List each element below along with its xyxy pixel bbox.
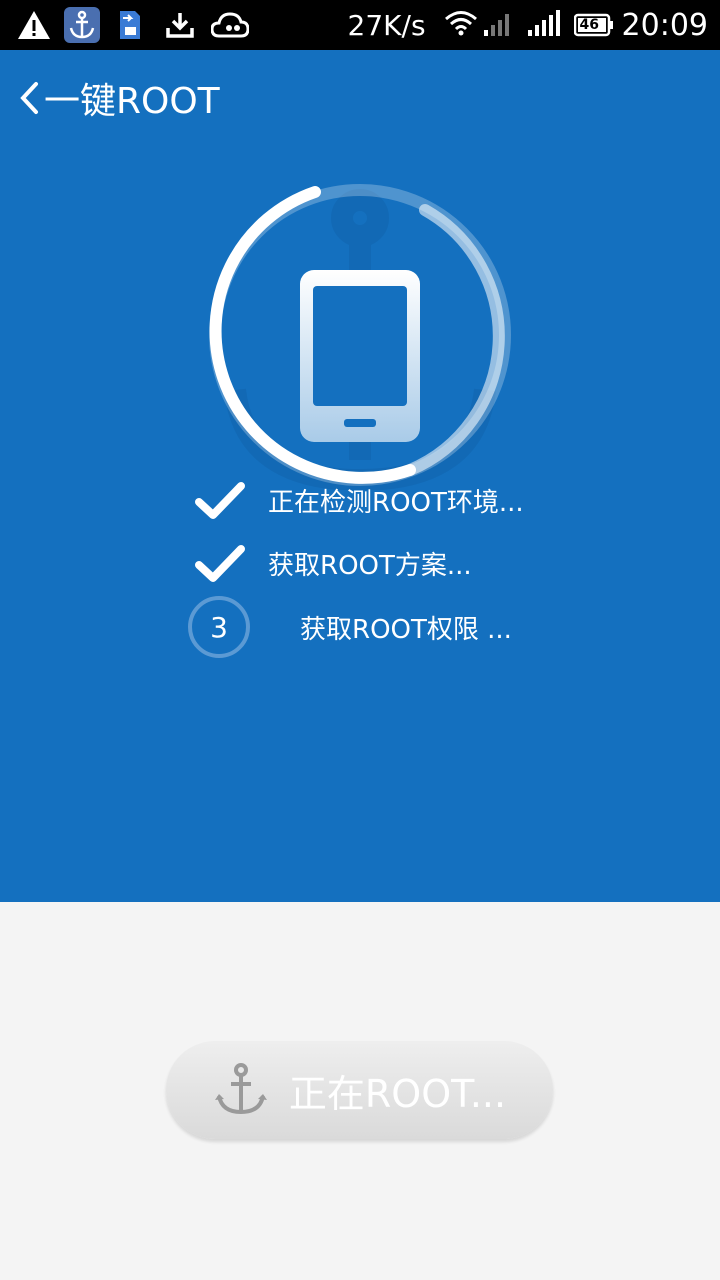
checkmark-icon bbox=[188, 533, 252, 593]
back-arrow-icon[interactable] bbox=[18, 80, 40, 116]
step-number-badge: 3 bbox=[188, 596, 250, 658]
back-navigation[interactable]: 一键ROOT bbox=[0, 50, 720, 146]
clock: 20:09 bbox=[621, 7, 708, 43]
warning-icon bbox=[14, 5, 54, 45]
anchor-app-icon bbox=[64, 7, 100, 43]
anchor-icon bbox=[214, 1063, 267, 1115]
step-get-permission: 3 获取ROOT权限 ... bbox=[188, 596, 512, 658]
checkmark-icon bbox=[188, 470, 252, 530]
signal-1-icon bbox=[483, 10, 514, 40]
battery-icon: 46 bbox=[573, 13, 614, 37]
page-title: 一键ROOT bbox=[44, 81, 220, 122]
progress-ring bbox=[205, 180, 515, 492]
step-label: 获取ROOT权限 ... bbox=[300, 614, 512, 645]
root-progress-panel: 一键ROOT 正在检测ROOT环境... 获取ROOT方案... 3 获取ROO… bbox=[0, 50, 720, 902]
cloud-icon bbox=[210, 5, 250, 45]
network-speed: 27K/s bbox=[347, 8, 426, 42]
sim-transfer-icon bbox=[110, 5, 150, 45]
step-label: 正在检测ROOT环境... bbox=[268, 487, 524, 518]
step-label: 获取ROOT方案... bbox=[268, 550, 472, 581]
status-bar-system: 27K/s 46 20:09 bbox=[348, 0, 708, 50]
phone-icon bbox=[300, 270, 420, 442]
status-bar: 27K/s 46 20:09 bbox=[0, 0, 720, 50]
root-in-progress-button[interactable]: 正在ROOT... bbox=[166, 1041, 553, 1139]
step-get-plan: 获取ROOT方案... bbox=[188, 533, 472, 593]
wifi-icon bbox=[444, 9, 478, 41]
download-icon bbox=[160, 5, 200, 45]
signal-2-icon bbox=[527, 10, 562, 40]
status-bar-notifications bbox=[14, 5, 260, 45]
button-label: 正在ROOT... bbox=[288, 1071, 507, 1116]
network-type: 46 bbox=[579, 17, 600, 33]
step-detect-environment: 正在检测ROOT环境... bbox=[188, 470, 524, 530]
